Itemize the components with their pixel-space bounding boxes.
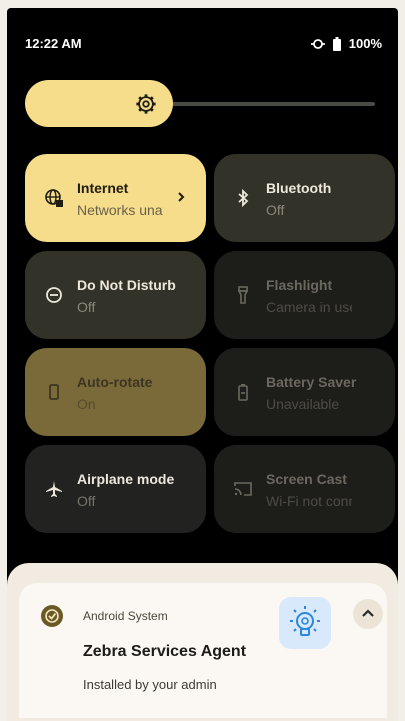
do-not-disturb-icon	[44, 285, 64, 305]
tile-do-not-disturb[interactable]: Do Not Disturb Off	[25, 251, 206, 339]
tile-bluetooth[interactable]: Bluetooth Off	[214, 154, 395, 242]
tile-title: Internet	[77, 180, 129, 196]
tile-subtitle: Off	[77, 493, 96, 509]
flashlight-icon	[233, 285, 253, 305]
collapse-chevron-icon[interactable]	[353, 599, 383, 629]
bluetooth-icon	[233, 188, 253, 208]
battery-saver-icon	[233, 382, 253, 402]
tile-internet[interactable]: Internet Networks unavailable	[25, 154, 206, 242]
tile-flashlight[interactable]: Flashlight Camera in use	[214, 251, 395, 339]
notification-app-name: Android System	[83, 609, 168, 623]
internet-icon	[44, 188, 64, 208]
screen-cast-icon	[233, 479, 253, 499]
notification-title: Zebra Services Agent	[83, 643, 247, 660]
tile-title: Airplane mode	[77, 471, 175, 487]
brightness-gear-icon	[135, 93, 157, 115]
notification-card[interactable]: Android System Zebra Services Agent Inst…	[19, 583, 387, 718]
tile-title: Bluetooth	[266, 180, 332, 196]
tile-screen-cast[interactable]: Screen Cast Wi-Fi not connected	[214, 445, 395, 533]
brightness-slider[interactable]	[25, 80, 375, 127]
tile-title: Battery Saver	[266, 374, 357, 390]
battery-icon	[332, 36, 341, 51]
tile-battery-saver[interactable]: Battery Saver Unavailable	[214, 348, 395, 436]
brightness-track[interactable]	[165, 102, 375, 106]
tile-title: Screen Cast	[266, 471, 347, 487]
tile-subtitle: Unavailable	[266, 396, 340, 412]
tile-title: Do Not Disturb	[77, 277, 176, 293]
lightbulb-icon	[279, 597, 331, 649]
tile-title: Auto-rotate	[77, 374, 153, 390]
notification-text: Installed by your admin	[83, 677, 217, 692]
tile-subtitle: Camera in use	[266, 299, 352, 315]
tile-subtitle: Off	[266, 202, 285, 218]
status-right: 100%	[310, 36, 382, 51]
tile-auto-rotate[interactable]: Auto-rotate On	[25, 348, 206, 436]
tile-subtitle: Networks unavailable	[77, 202, 163, 218]
status-time: 12:22 AM	[25, 36, 82, 51]
notification-shade: Android System Zebra Services Agent Inst…	[7, 563, 398, 721]
tile-subtitle: Off	[77, 299, 96, 315]
status-bar: 12:22 AM 100%	[7, 8, 398, 72]
tile-title: Flashlight	[266, 277, 333, 293]
tile-subtitle: Wi-Fi not connected	[266, 493, 352, 509]
android-system-icon	[41, 605, 63, 627]
chevron-right-icon	[174, 190, 188, 204]
tile-airplane-mode[interactable]: Airplane mode Off	[25, 445, 206, 533]
battery-percent: 100%	[348, 36, 382, 51]
auto-rotate-icon	[44, 382, 64, 402]
airplane-icon	[44, 479, 64, 499]
data-saver-icon	[310, 37, 325, 51]
tile-subtitle: On	[77, 396, 96, 412]
